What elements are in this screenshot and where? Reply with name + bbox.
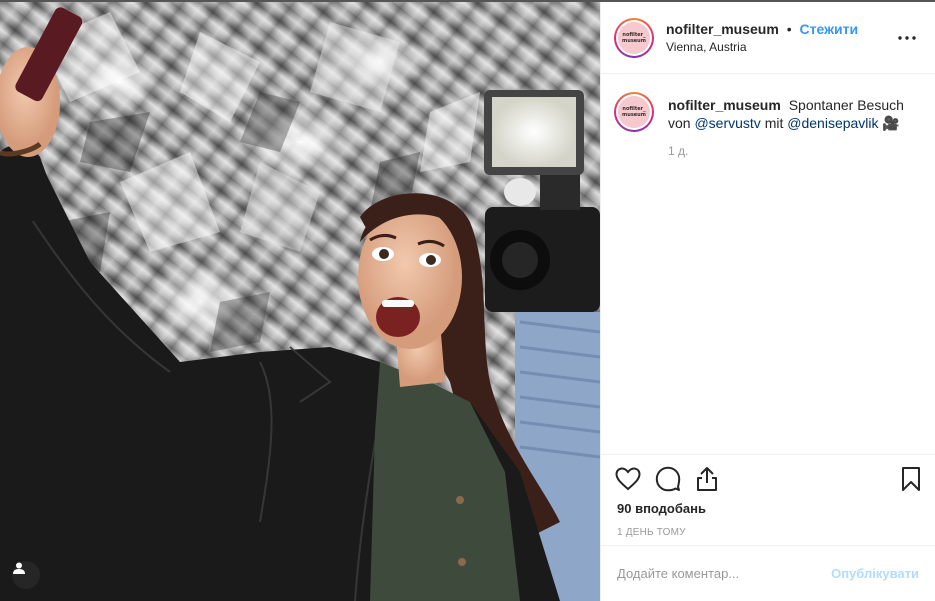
mention-link[interactable]: @servustv [694, 115, 760, 131]
green-shirt [370, 362, 520, 601]
comment-input[interactable] [617, 566, 832, 581]
caption-avatar[interactable]: nofilter_ museum [614, 92, 654, 132]
user-tag-icon[interactable] [12, 561, 40, 589]
caption-username[interactable]: nofilter_museum [668, 97, 781, 113]
heart-icon[interactable] [615, 459, 655, 499]
post-container: nofilter_ museum nofilter_museum • Стежи… [0, 0, 935, 601]
action-bar [601, 455, 935, 503]
header-username[interactable]: nofilter_museum [666, 21, 779, 37]
avatar-logo: nofilter_ museum [618, 96, 650, 128]
caption: nofilter_ museum nofilter_museum Spontan… [614, 92, 919, 132]
header-avatar[interactable]: nofilter_ museum [614, 17, 654, 58]
more-options-icon[interactable] [895, 26, 919, 50]
avatar-text-line1: nofilter_ [622, 31, 646, 38]
likes-count[interactable]: 90 вподобань [601, 501, 935, 516]
post-date[interactable]: 1 день тому [601, 527, 935, 538]
caption-emoji: 🎥 [882, 115, 900, 131]
avatar-text-line2: museum [622, 37, 646, 44]
comments-section: nofilter_ museum nofilter_museum Spontan… [601, 74, 935, 454]
share-icon[interactable] [695, 459, 735, 499]
photo-illustration [0, 7, 600, 601]
caption-text: nofilter_museum Spontaner Besuch von @se… [668, 96, 918, 132]
post-image[interactable] [0, 2, 600, 601]
user-silhouette-icon [13, 562, 25, 574]
bookmark-icon[interactable] [891, 459, 921, 499]
header-separator: • [786, 20, 792, 37]
mention-link[interactable]: @denisepavlik [787, 115, 878, 131]
location-link[interactable]: Vienna, Austria [666, 39, 895, 55]
header-text: nofilter_museum • Стежити Vienna, Austri… [666, 21, 895, 55]
publish-button[interactable]: Опублікувати [831, 566, 919, 581]
post-header: nofilter_ museum nofilter_museum • Стежи… [601, 2, 935, 74]
comment-icon[interactable] [655, 459, 695, 499]
caption-time[interactable]: 1 д. [668, 144, 919, 158]
follow-button[interactable]: Стежити [800, 21, 859, 37]
post-side-panel: nofilter_ museum nofilter_museum • Стежи… [600, 2, 935, 601]
comment-form: Опублікувати [601, 545, 935, 601]
caption-body-part2: mit [764, 115, 784, 131]
avatar-logo: nofilter_ museum [618, 21, 650, 54]
actions-area: 90 вподобань 1 день тому [601, 454, 935, 538]
